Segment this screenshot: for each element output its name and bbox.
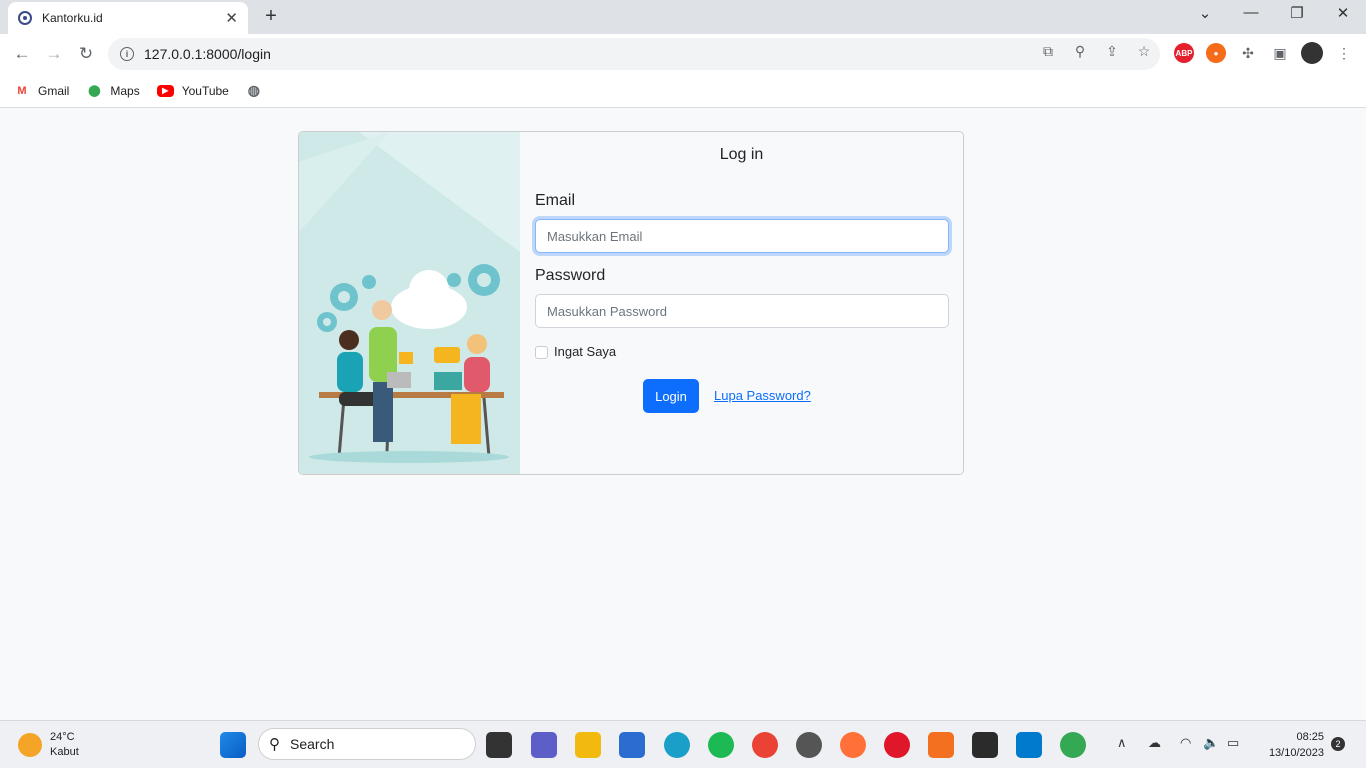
page-content: Log in Email Masukkan Email Password Mas… (0, 108, 1366, 720)
clock-date: 13/10/2023 (1268, 747, 1324, 759)
bookmark-maps[interactable]: ⬤ Maps (86, 83, 140, 99)
volume-icon[interactable]: 🔈 (1203, 735, 1219, 751)
illustration-panel (299, 132, 520, 474)
bookmark-label: Gmail (38, 83, 70, 98)
close-window-button[interactable]: ✕ (1320, 4, 1366, 22)
back-arrow-icon[interactable]: ← (10, 42, 34, 66)
temperature: 24°C (50, 731, 75, 743)
minimize-button[interactable]: — (1228, 4, 1274, 21)
forgot-password-link[interactable]: Lupa Password? (714, 388, 811, 403)
side-panel-icon[interactable]: ▣ (1270, 43, 1290, 63)
open-in-app-icon[interactable]: ⧉ (1038, 41, 1058, 61)
teams-chat-icon[interactable] (531, 732, 557, 758)
tab-search-chevron-icon[interactable]: ⌄ (1182, 4, 1228, 22)
forward-arrow-icon[interactable]: → (42, 42, 66, 66)
xampp-icon[interactable] (928, 732, 954, 758)
battery-icon[interactable]: ▭ (1227, 735, 1239, 751)
whatsapp-icon[interactable] (796, 732, 822, 758)
bookmark-youtube[interactable]: ▶ YouTube (156, 83, 229, 98)
address-bar[interactable]: i 127.0.0.1:8000/login (108, 38, 1160, 70)
task-view-icon[interactable] (486, 732, 512, 758)
clock-time: 08:25 (1296, 731, 1324, 743)
remember-me-checkbox[interactable] (535, 346, 548, 359)
windows-start-icon[interactable] (220, 732, 246, 758)
password-placeholder: Masukkan Password (547, 303, 667, 319)
site-favicon-icon (18, 11, 32, 25)
bookmarks-bar: M Gmail ⬤ Maps ▶ YouTube ◍ (0, 74, 1366, 108)
bookmark-label: YouTube (181, 83, 229, 98)
weather-widget[interactable]: 24°C Kabut (18, 730, 79, 760)
bookmark-globe[interactable]: ◍ (246, 82, 270, 99)
bookmark-star-icon[interactable]: ☆ (1134, 41, 1154, 61)
show-hidden-icons-chevron-icon[interactable]: ∧ (1117, 735, 1127, 751)
notification-badge[interactable]: 2 (1331, 737, 1345, 751)
login-card: Log in Email Masukkan Email Password Mas… (298, 131, 964, 475)
firefox-icon[interactable] (840, 732, 866, 758)
share-icon[interactable]: ⇪ (1102, 41, 1122, 61)
weather-condition: Kabut (50, 746, 79, 758)
login-button[interactable]: Login (643, 379, 699, 413)
opera-icon[interactable] (884, 732, 910, 758)
windows-taskbar: 24°C Kabut ⚲ Search ∧ ☁ ◠ 🔈 ▭ 08:25 13/1… (0, 720, 1366, 768)
gmail-icon: M (17, 84, 27, 97)
url-text: 127.0.0.1:8000/login (144, 46, 271, 62)
login-title: Log in (719, 146, 764, 163)
menu-kebab-icon[interactable]: ⋮ (1334, 43, 1354, 63)
close-tab-icon[interactable]: ✕ (225, 9, 238, 27)
chrome-profile-icon[interactable] (1060, 732, 1086, 758)
globe-icon: ◍ (247, 82, 260, 98)
password-label: Password (535, 267, 606, 284)
browser-tab-strip: Kantorku.id ✕ + ⌄ — ❐ ✕ (0, 0, 1366, 34)
system-clock[interactable]: 08:25 13/10/2023 (1254, 729, 1324, 761)
zoom-icon[interactable]: ⚲ (1070, 41, 1090, 61)
email-label: Email (535, 192, 576, 209)
reload-icon[interactable]: ↻ (74, 42, 98, 66)
taskbar-search[interactable]: ⚲ Search (258, 728, 476, 760)
browser-tab[interactable]: Kantorku.id ✕ (8, 2, 248, 34)
chrome-icon[interactable] (752, 732, 778, 758)
youtube-icon: ▶ (156, 84, 174, 97)
tab-title: Kantorku.id (42, 11, 103, 25)
weather-sun-icon (18, 733, 42, 757)
email-field[interactable]: Masukkan Email (535, 219, 949, 253)
new-tab-button[interactable]: + (260, 5, 282, 28)
spotify-icon[interactable] (708, 732, 734, 758)
file-explorer-icon[interactable] (575, 732, 601, 758)
email-placeholder: Masukkan Email (547, 228, 643, 244)
remember-me-label[interactable]: Ingat Saya (554, 344, 616, 359)
browser-toolbar: ← → ↻ i 127.0.0.1:8000/login ⧉ ⚲ ⇪ ☆ ABP… (0, 34, 1366, 74)
extensions-puzzle-icon[interactable]: ✣ (1238, 43, 1258, 63)
maps-pin-icon: ⬤ (88, 85, 101, 97)
maximize-button[interactable]: ❐ (1274, 4, 1320, 22)
site-info-icon[interactable]: i (120, 47, 134, 61)
terminal-icon[interactable] (972, 732, 998, 758)
login-form: Log in Email Masukkan Email Password Mas… (520, 132, 963, 474)
password-field[interactable]: Masukkan Password (535, 294, 949, 328)
adblock-extension-icon[interactable]: ABP (1174, 43, 1194, 63)
profile-avatar[interactable] (1301, 42, 1323, 64)
bookmark-label: Maps (110, 83, 140, 98)
search-label: Search (290, 736, 335, 752)
edge-icon[interactable] (664, 732, 690, 758)
onedrive-icon[interactable]: ☁ (1148, 735, 1161, 751)
microsoft-store-icon[interactable] (619, 732, 645, 758)
search-icon: ⚲ (269, 736, 280, 753)
office-team-illustration (299, 132, 520, 463)
wifi-icon[interactable]: ◠ (1180, 735, 1191, 751)
vscode-icon[interactable] (1016, 732, 1042, 758)
extension-icon[interactable]: ● (1206, 43, 1226, 63)
bookmark-gmail[interactable]: M Gmail (14, 83, 69, 99)
